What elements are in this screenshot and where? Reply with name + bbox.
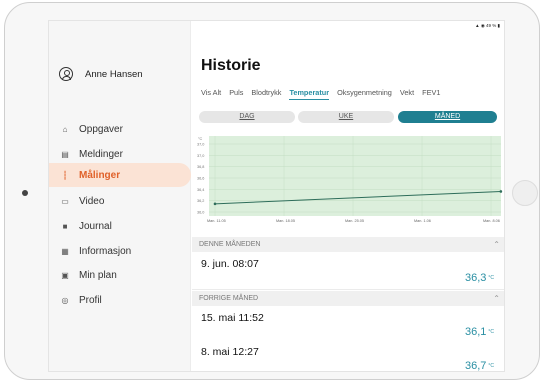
- section-title: DENNE MÅNEDEN: [199, 241, 261, 248]
- user-name: Anne Hansen: [85, 68, 143, 80]
- list-item[interactable]: 9. jun. 08:07 36,3 °C: [192, 252, 504, 290]
- unit-label: °C: [488, 329, 494, 336]
- y-tick-label: 36,4: [197, 188, 204, 192]
- y-tick-label: 37,0: [197, 154, 204, 158]
- entry-datetime: 15. mai 11:52: [201, 312, 264, 324]
- message-icon: ▤: [61, 149, 69, 159]
- x-tick-label: Man. 11.05: [207, 219, 226, 223]
- period-dag-button[interactable]: DAG: [199, 111, 295, 123]
- home-button[interactable]: [512, 180, 538, 206]
- y-tick-label: 36,0: [197, 211, 204, 215]
- sidebar-item-profil[interactable]: ◎ Profil: [49, 288, 191, 312]
- sidebar-item-label: Målinger: [79, 169, 121, 181]
- sidebar-item-label: Meldinger: [79, 148, 123, 160]
- sidebar-item-malinger[interactable]: ┆ Målinger: [49, 163, 191, 187]
- y-tick-label: 36,8: [197, 165, 204, 169]
- entry-value: 36,1 °C: [464, 326, 494, 338]
- section-header-previous-month[interactable]: FORRIGE MÅNED ⌃: [192, 291, 504, 306]
- list-item[interactable]: 15. mai 11:52 36,1 °C: [192, 306, 504, 344]
- tab-fev1[interactable]: FEV1: [422, 88, 440, 97]
- x-tick-label: Man. 8.06: [483, 219, 500, 223]
- entry-datetime: 8. mai 12:27: [201, 346, 259, 358]
- sidebar-item-label: Informasjon: [79, 245, 132, 257]
- sidebar-item-label: Video: [79, 195, 105, 207]
- sidebar-item-label: Oppgaver: [79, 123, 123, 135]
- sidebar-item-label: Journal: [79, 220, 112, 232]
- plot-area: [209, 136, 501, 216]
- avatar-icon: [59, 67, 73, 81]
- user-profile[interactable]: Anne Hansen: [59, 65, 143, 83]
- x-tick-label: Man. 1.06: [414, 219, 431, 223]
- list-item[interactable]: 8. mai 12:27 36,7 °C: [192, 340, 504, 372]
- sidebar-item-label: Profil: [79, 294, 102, 306]
- journal-icon: ■: [62, 221, 68, 231]
- video-icon: ▭: [61, 196, 69, 206]
- screen: 08:13 tir. 9. jun ▲ ◉ 49 % ▮ Anne Hansen…: [48, 20, 505, 372]
- data-point: [213, 202, 217, 206]
- tab-vis-alt[interactable]: Vis Alt: [201, 88, 221, 97]
- y-tick-label: 37,0: [197, 143, 204, 147]
- tab-puls[interactable]: Puls: [229, 88, 243, 97]
- measurement-tabs: Vis Alt Puls Blodtrykk Temperatur Oksyge…: [201, 88, 446, 100]
- info-icon: ▦: [61, 246, 69, 256]
- entry-datetime: 9. jun. 08:07: [201, 258, 259, 270]
- unit-label: °C: [488, 275, 494, 282]
- sidebar-item-journal[interactable]: ■ Journal: [49, 214, 191, 238]
- temperature-chart: 37,0 37,0 36,8 36,6 36,4 36,2 36,0 °C Man. 11.05…: [197, 136, 503, 223]
- sidebar-item-video[interactable]: ▭ Video: [49, 189, 191, 213]
- sidebar-item-oppgaver[interactable]: ⌂ Oppgaver: [49, 117, 191, 141]
- tab-temperatur[interactable]: Temperatur: [289, 88, 330, 100]
- sidebar-item-min-plan[interactable]: ▣ Min plan: [49, 263, 191, 287]
- home-icon: ⌂: [62, 124, 68, 134]
- chevron-up-icon[interactable]: ⌃: [493, 291, 500, 306]
- x-tick-label: Man. 18.05: [276, 219, 295, 223]
- sidebar-item-label: Min plan: [79, 269, 117, 281]
- entry-value: 36,7 °C: [464, 360, 494, 372]
- y-tick-label: 36,2: [197, 199, 204, 203]
- chevron-up-icon[interactable]: ⌃: [493, 237, 500, 252]
- period-maned-button[interactable]: MÅNED: [398, 111, 497, 123]
- chart-icon: ┆: [62, 170, 68, 180]
- sidebar-item-informasjon[interactable]: ▦ Informasjon: [49, 239, 191, 263]
- data-point: [499, 190, 503, 193]
- tab-oksygenmetning[interactable]: Oksygenmetning: [337, 88, 392, 97]
- sidebar: Anne Hansen ⌂ Oppgaver ▤ Meldinger ┆ Mål…: [49, 21, 191, 371]
- camera-dot: [22, 190, 28, 196]
- main-content: Historie Vis Alt Puls Blodtrykk Temperat…: [192, 21, 504, 372]
- tab-blodtrykk[interactable]: Blodtrykk: [251, 88, 281, 97]
- plan-icon: ▣: [61, 270, 69, 280]
- period-uke-button[interactable]: UKE: [298, 111, 394, 123]
- entry-value: 36,3 °C: [464, 272, 494, 284]
- section-title: FORRIGE MÅNED: [199, 295, 259, 302]
- tab-vekt[interactable]: Vekt: [400, 88, 414, 97]
- unit-label: °C: [488, 363, 494, 370]
- y-tick-label: 36,6: [197, 177, 204, 181]
- section-header-this-month[interactable]: DENNE MÅNEDEN ⌃: [192, 237, 504, 252]
- y-axis-label: °C: [198, 137, 203, 141]
- x-tick-label: Man. 25.05: [345, 219, 364, 223]
- profile-icon: ◎: [61, 295, 69, 305]
- page-title: Historie: [201, 57, 261, 74]
